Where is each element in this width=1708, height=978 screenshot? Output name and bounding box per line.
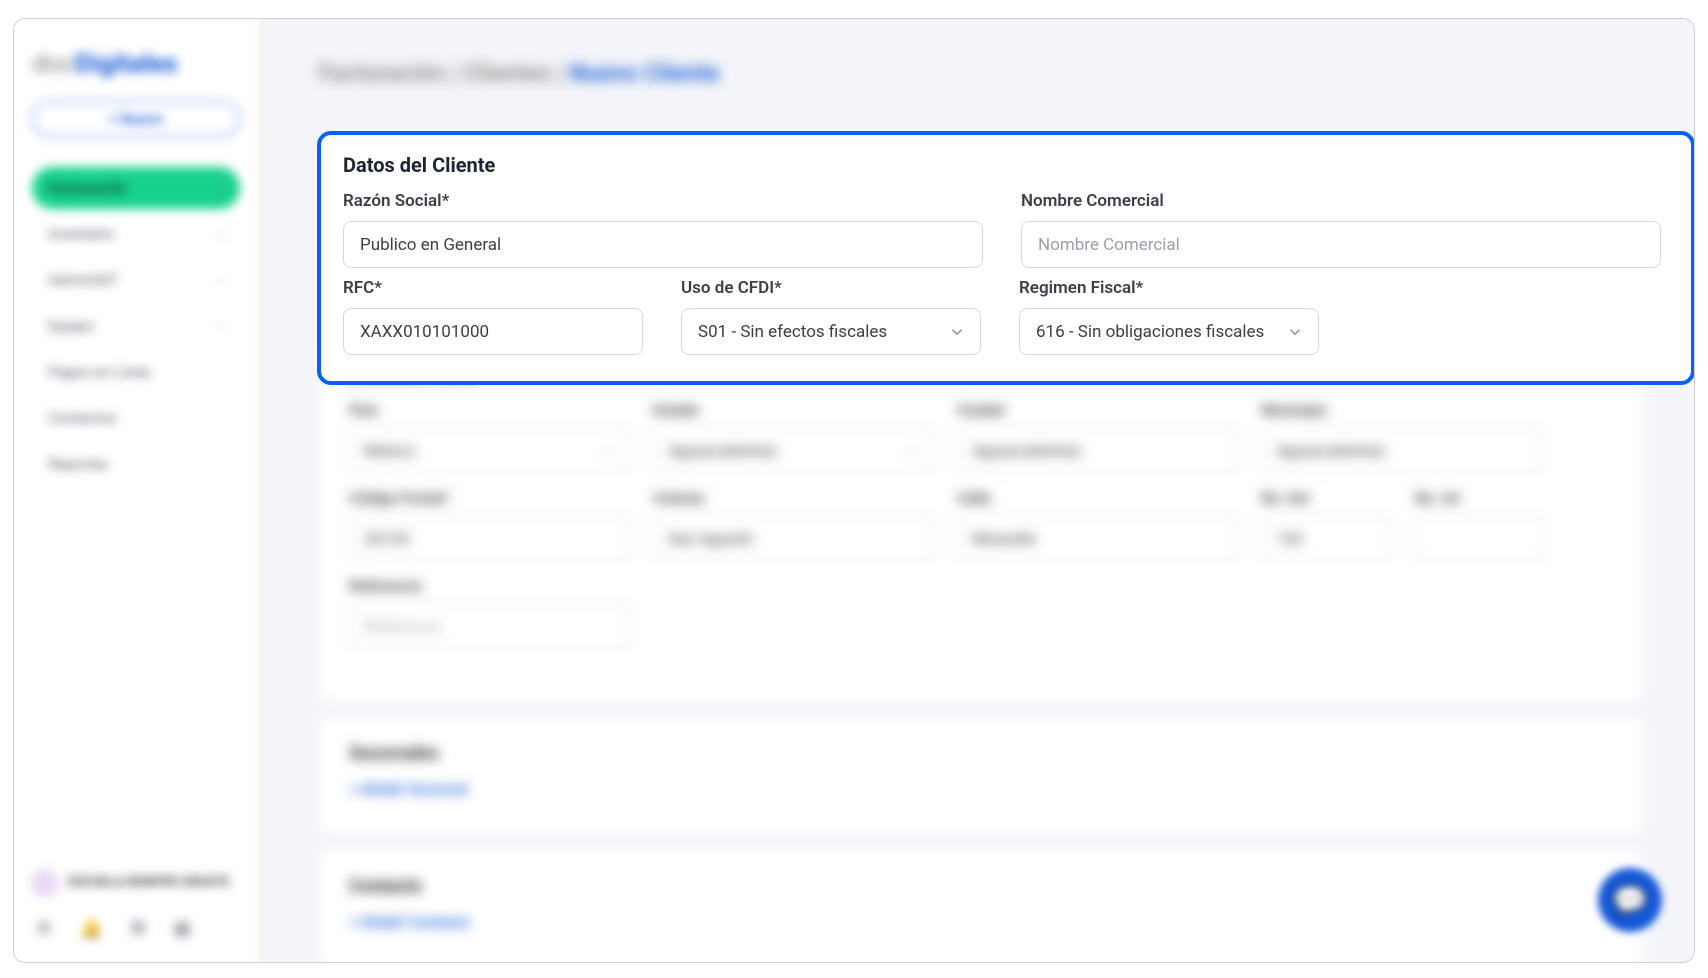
razon-social-label: Razón Social* (343, 191, 983, 211)
razon-social-value: Publico en General (360, 235, 501, 255)
sidebar-item-label: Inventario (48, 225, 114, 243)
breadcrumb-facturacion[interactable]: Facturación (319, 59, 446, 87)
add-sucursal-button[interactable]: + Añadir Sucursal (349, 780, 1614, 798)
app-logo: docDigitales (32, 49, 240, 79)
add-contacto-button[interactable]: + Añadir Contacto (349, 913, 1614, 931)
sidebar-item-label: Contactos (48, 409, 117, 427)
uso-cfdi-label: Uso de CFDI* (681, 278, 981, 298)
new-button[interactable]: + Nuevo (32, 101, 240, 137)
breadcrumb-clientes[interactable]: Clientes (463, 59, 551, 87)
noint-label: No. Int (1415, 489, 1545, 507)
sidebar-item-label: Equipo (48, 317, 94, 335)
estado-select[interactable]: Aguascalientes ⌄ (653, 427, 933, 473)
help-icon[interactable]: ❂ (131, 918, 146, 939)
sidebar-item-contactos[interactable]: Contactos (32, 397, 240, 439)
municipio-input[interactable]: Aguascalientes (1261, 427, 1541, 473)
rfc-input[interactable]: XAXX010101000 (343, 308, 643, 355)
nombre-comercial-input[interactable]: Nombre Comercial (1021, 221, 1661, 268)
noext-input[interactable]: 142 (1261, 515, 1391, 561)
app-frame: docDigitales + Nuevo Facturación › Inven… (13, 18, 1695, 963)
colonia-value: San Agustín (668, 529, 754, 548)
referencia-placeholder: Referencia (364, 617, 440, 636)
datos-cliente-title: Datos del Cliente (343, 153, 1669, 177)
contacto-title: Contacto (349, 876, 1614, 897)
settings-icon[interactable]: ⚙ (36, 918, 52, 939)
sucursales-card: Sucursales + Añadir Sucursal (319, 717, 1644, 834)
nombre-comercial-placeholder: Nombre Comercial (1038, 235, 1180, 255)
cp-value: 20130 (364, 529, 409, 548)
datos-cliente-card: Datos del Cliente Razón Social* Publico … (317, 131, 1695, 385)
estado-label: Estado (653, 401, 933, 419)
calle-value: Miravalle (972, 529, 1036, 548)
calle-input[interactable]: Miravalle (957, 515, 1237, 561)
pais-select[interactable]: México ⌄ (349, 427, 629, 473)
sidebar-item-label: AdminSAT (48, 271, 118, 289)
contacto-card: Contacto + Añadir Contacto (319, 850, 1644, 962)
ciudad-value: Aguascalientes (972, 441, 1081, 460)
sidebar-item-facturacion[interactable]: Facturación › (32, 167, 240, 209)
sidebar-item-pagos[interactable]: Pagos en Línea (32, 351, 240, 393)
cp-input[interactable]: 20130 (349, 515, 629, 561)
municipio-value: Aguascalientes (1276, 441, 1385, 460)
colonia-input[interactable]: San Agustín (653, 515, 933, 561)
grid-icon[interactable]: ▦ (174, 918, 191, 939)
logo-part2: Digitales (75, 49, 178, 79)
noint-input[interactable] (1415, 515, 1545, 561)
pais-label: País (349, 401, 629, 419)
avatar (32, 870, 58, 896)
estado-value: Aguascalientes (668, 441, 777, 460)
regimen-fiscal-select[interactable]: 616 - Sin obligaciones fiscales (1019, 308, 1319, 355)
sidebar-item-label: Pagos en Línea (48, 363, 150, 381)
chevron-right-icon: › (219, 271, 224, 289)
user-name: ESCUELA KEMPER URGATE (68, 875, 230, 891)
nombre-comercial-label: Nombre Comercial (1021, 191, 1661, 211)
logo-part1: doc (32, 49, 75, 79)
chevron-right-icon: › (219, 179, 224, 197)
ciudad-label: Ciudad (957, 401, 1237, 419)
referencia-input[interactable]: Referencia (349, 603, 629, 649)
sidebar-item-inventario[interactable]: Inventario › (32, 213, 240, 255)
uso-cfdi-select[interactable]: S01 - Sin efectos fiscales (681, 308, 981, 355)
breadcrumb: Facturación | Clientes | Nuevo Cliente (319, 59, 1644, 87)
current-user[interactable]: ESCUELA KEMPER URGATE (32, 864, 240, 910)
address-card: Dirección Fiscal País México⌄ Estado Agu… (319, 338, 1644, 701)
noext-label: No. Ext (1261, 489, 1391, 507)
sidebar-item-equipo[interactable]: Equipo › (32, 305, 240, 347)
referencia-label: Referencia (349, 577, 629, 595)
chevron-down-icon: ⌄ (602, 442, 614, 458)
bell-icon[interactable]: 🔔 (80, 918, 102, 939)
sidebar-item-label: Facturación (48, 179, 127, 197)
chat-fab[interactable]: 💬 (1598, 868, 1662, 932)
window-top-strip (0, 0, 230, 6)
uso-cfdi-value: S01 - Sin efectos fiscales (698, 322, 887, 342)
sidebar-bottom-icons: ⚙ 🔔 ❂ ▦ (32, 910, 240, 947)
breadcrumb-current: Nuevo Cliente (569, 59, 719, 87)
rfc-value: XAXX010101000 (360, 322, 489, 342)
regimen-fiscal-value: 616 - Sin obligaciones fiscales (1036, 322, 1264, 342)
sidebar-item-label: Reportes (48, 455, 108, 473)
razon-social-input[interactable]: Publico en General (343, 221, 983, 268)
cp-label: Código Postal* (349, 489, 629, 507)
chevron-right-icon: › (219, 317, 224, 335)
sidebar-footer: ESCUELA KEMPER URGATE ⚙ 🔔 ❂ ▦ (32, 864, 240, 947)
chevron-right-icon: › (219, 225, 224, 243)
ciudad-input[interactable]: Aguascalientes (957, 427, 1237, 473)
noext-value: 142 (1276, 529, 1303, 548)
regimen-fiscal-label: Regimen Fiscal* (1019, 278, 1319, 298)
sidebar: docDigitales + Nuevo Facturación › Inven… (14, 19, 259, 962)
chevron-down-icon (1286, 323, 1304, 341)
municipio-label: Municipio (1261, 401, 1541, 419)
sidebar-nav: Facturación › Inventario › AdminSAT › Eq… (32, 167, 240, 485)
colonia-label: Colonia (653, 489, 933, 507)
sucursales-title: Sucursales (349, 743, 1614, 764)
sidebar-item-adminsat[interactable]: AdminSAT › (32, 259, 240, 301)
chevron-down-icon: ⌄ (906, 442, 918, 458)
chat-icon: 💬 (1613, 884, 1648, 917)
pais-value: México (364, 441, 416, 460)
rfc-label: RFC* (343, 278, 643, 298)
sidebar-item-reportes[interactable]: Reportes (32, 443, 240, 485)
chevron-down-icon (948, 323, 966, 341)
calle-label: Calle (957, 489, 1237, 507)
